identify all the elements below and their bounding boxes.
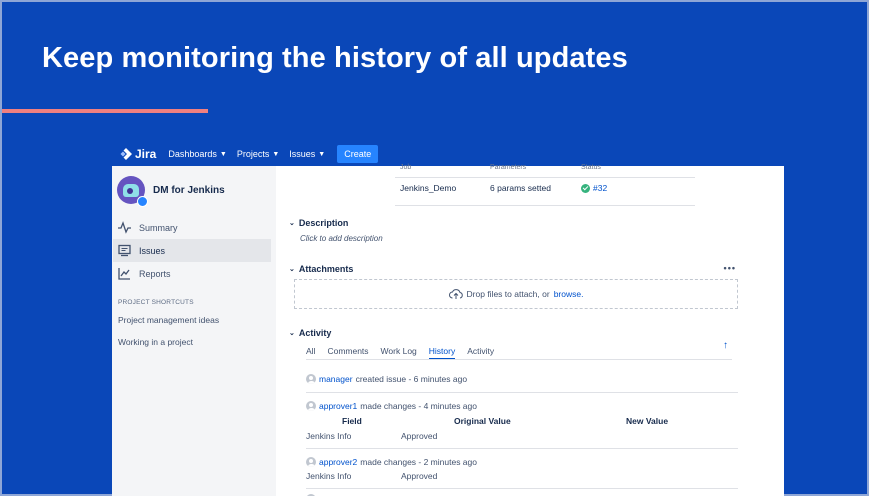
- tabs-divider: [306, 359, 732, 360]
- history-entry: approver1 made changes - 4 minutes ago: [306, 401, 477, 411]
- parameters-header: Parameters: [490, 164, 527, 171]
- more-actions-icon[interactable]: •••: [724, 263, 736, 273]
- attachments-heading: Attachments: [298, 264, 354, 274]
- field-header: Field: [342, 416, 362, 426]
- user-avatar-icon: [306, 401, 316, 411]
- cloud-upload-icon: [448, 289, 463, 299]
- project-header[interactable]: DM for Jenkins: [117, 176, 225, 207]
- shortcuts-heading: PROJECT SHORTCUTS: [118, 299, 194, 306]
- change-field: Jenkins Info: [306, 431, 352, 441]
- new-value-header: New Value: [626, 416, 669, 426]
- pulse-icon: [118, 221, 131, 234]
- history-action: made changes - 4 minutes ago: [360, 401, 477, 411]
- user-link[interactable]: manager: [319, 374, 353, 384]
- sidebar-item-label: Summary: [139, 222, 178, 233]
- jira-logo-icon: [120, 148, 132, 160]
- chevron-down-icon: ▼: [318, 150, 326, 158]
- success-check-icon: [581, 183, 590, 193]
- history-entry: manager created issue - 6 minutes ago: [306, 374, 467, 384]
- chevron-down-icon: ⌄: [289, 220, 295, 227]
- sidebar-item-label: Issues: [139, 245, 166, 256]
- change-field: Jenkins Info: [306, 471, 352, 481]
- chevron-down-icon: ▼: [272, 150, 280, 158]
- project-name: DM for Jenkins: [153, 184, 225, 196]
- nav-dashboards-label: Dashboards: [168, 149, 217, 159]
- job-parameters: 6 params setted: [490, 183, 551, 193]
- job-name: Jenkins_Demo: [400, 183, 457, 193]
- sidebar-nav: Summary Issues Reports: [113, 216, 271, 285]
- shortcut-link[interactable]: Working in a project: [118, 337, 193, 347]
- jira-logo[interactable]: Jira: [120, 147, 156, 161]
- change-original-value: Approved: [401, 471, 438, 481]
- nav-issues-label: Issues: [289, 149, 316, 159]
- chevron-down-icon: ⌄: [289, 330, 295, 337]
- job-status: #32: [581, 183, 607, 193]
- sidebar-item-label: Reports: [139, 268, 171, 279]
- accent-line: [2, 109, 208, 113]
- chevron-down-icon: ▼: [219, 150, 227, 158]
- slide-title: Keep monitoring the history of all updat…: [42, 42, 628, 74]
- tab-comments[interactable]: Comments: [327, 346, 368, 360]
- chart-icon: [118, 268, 130, 280]
- create-button[interactable]: Create: [337, 145, 379, 163]
- slide: Keep monitoring the history of all updat…: [0, 0, 869, 496]
- description-toggle[interactable]: ⌄ Description: [289, 218, 348, 228]
- user-avatar-icon: [306, 457, 316, 467]
- tab-all[interactable]: All: [306, 346, 315, 360]
- jira-window: Jira Dashboards ▼ Projects ▼ Issues ▼ Creat…: [112, 142, 784, 496]
- sort-order-icon[interactable]: ↑: [723, 340, 728, 351]
- activity-toggle[interactable]: ⌄ Activity: [289, 328, 331, 338]
- user-avatar-icon: [306, 374, 316, 384]
- history-action: made changes - 2 minutes ago: [360, 457, 477, 467]
- sidebar: DM for Jenkins Summary Issues Reports PR…: [112, 166, 276, 496]
- nav-dashboards[interactable]: Dashboards ▼: [168, 149, 226, 159]
- sidebar-item-reports[interactable]: Reports: [113, 262, 271, 285]
- history-entry: approver2 made changes - 2 minutes ago: [306, 457, 477, 467]
- entry-divider: [306, 488, 738, 489]
- activity-heading: Activity: [298, 328, 332, 338]
- table-divider: [395, 177, 695, 178]
- nav-projects[interactable]: Projects ▼: [237, 149, 279, 159]
- issues-icon: [118, 244, 131, 257]
- tab-history[interactable]: History: [428, 346, 456, 360]
- tab-activity[interactable]: Activity: [467, 346, 494, 360]
- top-navigation: Jira Dashboards ▼ Projects ▼ Issues ▼ Creat…: [112, 142, 784, 166]
- drop-text: Drop files to attach, or: [466, 289, 550, 299]
- sidebar-item-summary[interactable]: Summary: [113, 216, 271, 239]
- entry-divider: [306, 392, 738, 393]
- activity-tabs: All Comments Work Log History Activity: [306, 346, 494, 360]
- table-divider: [395, 205, 695, 206]
- status-header: Status: [581, 164, 601, 171]
- software-badge-icon: [137, 196, 148, 207]
- project-avatar: [117, 176, 148, 207]
- shortcut-link[interactable]: Project management ideas: [118, 315, 219, 325]
- original-value-header: Original Value: [454, 416, 511, 426]
- user-link[interactable]: approver1: [319, 401, 357, 411]
- description-heading: Description: [298, 218, 349, 228]
- sidebar-item-issues[interactable]: Issues: [113, 239, 271, 262]
- history-action: created issue - 6 minutes ago: [355, 374, 468, 384]
- browse-link[interactable]: browse.: [554, 289, 584, 299]
- attachments-toggle[interactable]: ⌄ Attachments: [289, 264, 353, 274]
- chevron-down-icon: ⌄: [289, 266, 295, 273]
- tab-work-log[interactable]: Work Log: [381, 346, 417, 360]
- change-original-value: Approved: [401, 431, 438, 441]
- description-placeholder[interactable]: Click to add description: [300, 234, 383, 243]
- build-link[interactable]: #32: [593, 183, 607, 193]
- nav-projects-label: Projects: [236, 149, 270, 159]
- entry-divider: [306, 448, 738, 449]
- robot-icon: [123, 183, 139, 197]
- nav-issues[interactable]: Issues ▼: [289, 149, 325, 159]
- issue-detail: Job Parameters Status Jenkins_Demo 6 par…: [276, 164, 784, 496]
- attachment-dropzone[interactable]: Drop files to attach, or browse.: [294, 279, 738, 309]
- job-header: Job: [400, 164, 412, 171]
- user-link[interactable]: approver2: [319, 457, 357, 467]
- jira-logo-text: Jira: [135, 147, 157, 161]
